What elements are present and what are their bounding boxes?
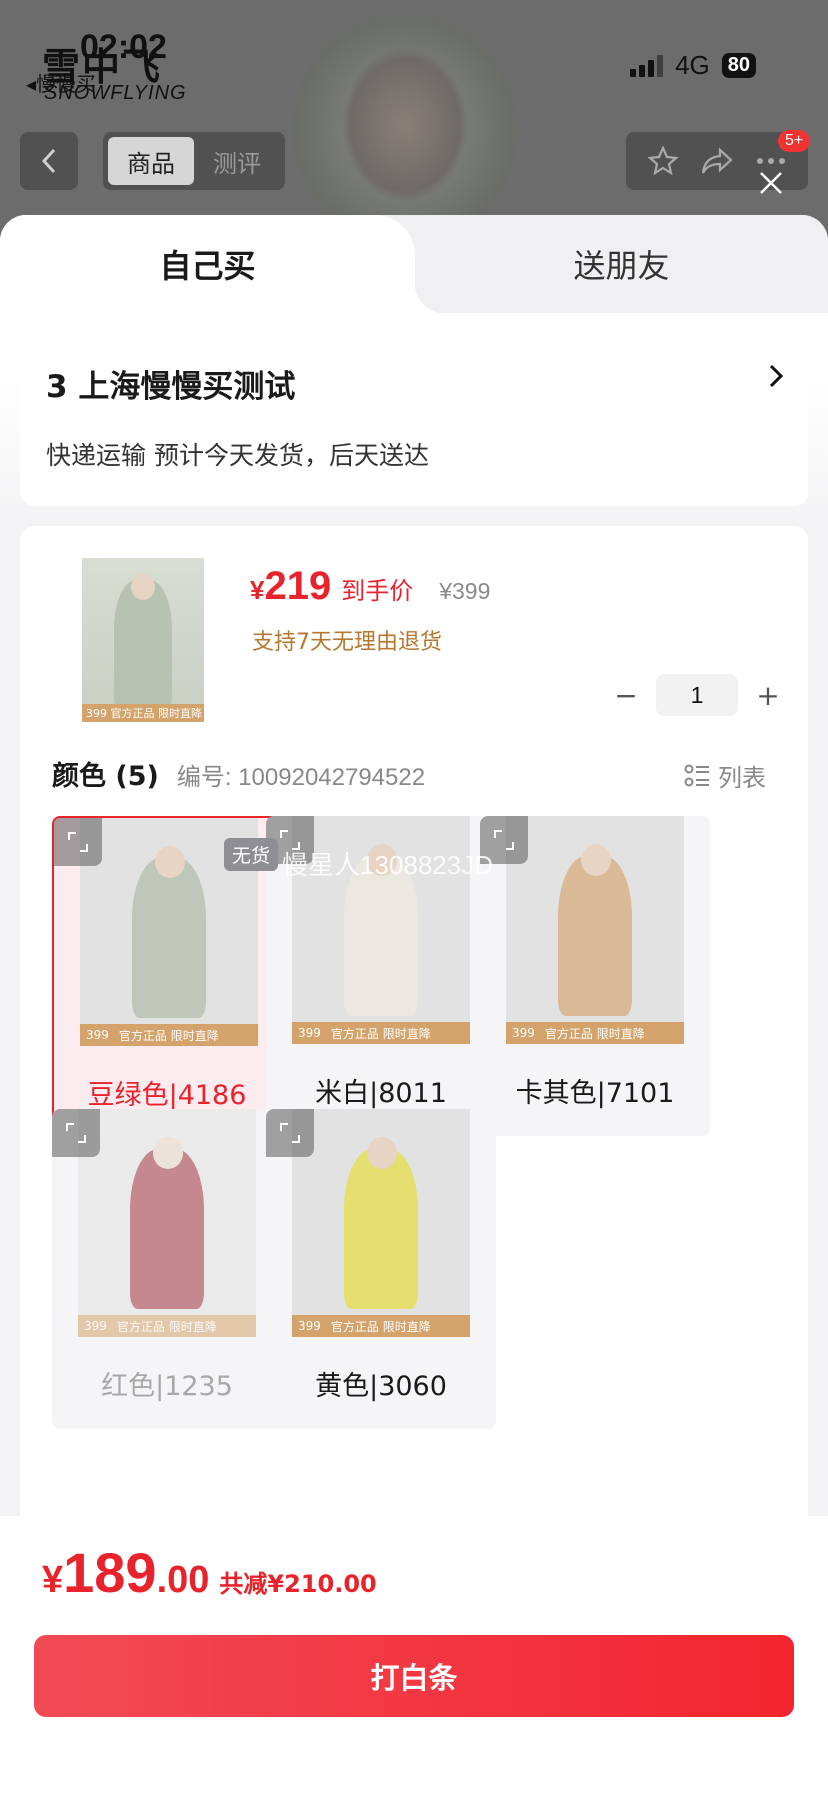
star-icon[interactable] [647,145,679,177]
price-value: 219 [264,564,332,608]
product-review-switch: 商品 测评 [103,132,285,190]
chevron-left-icon [41,148,56,174]
final-price-dec: .00 [156,1559,210,1601]
color-option[interactable]: 399 官方正品 限时直降卡其色|7101 [480,816,710,1136]
chevron-right-icon [769,364,784,388]
color-option-label: 卡其色|7101 [515,1077,675,1109]
product-card: 399 官方正品 限时直降 ¥219 到手价 ¥399 支持7天无理由退货 − … [20,526,808,1586]
signal-icon [630,54,664,77]
qty-plus-button[interactable]: + [752,675,784,715]
message-badge: 5+ [778,130,811,152]
tab-product[interactable]: 商品 [108,137,194,185]
color-option-label: 红色|1235 [101,1370,233,1402]
expand-icon[interactable] [52,1109,100,1157]
thumbnail-price-strip: 399 官方正品 限时直降 [82,704,204,722]
address-section: 3 上海慢慢买测试 快递运输 预计今天发货，后天送达 [0,313,828,526]
product-code: 编号: 10092042794522 [176,764,426,791]
color-option-label: 黄色|3060 [315,1370,447,1402]
price-currency: ¥ [250,575,265,605]
address-title: 3 上海慢慢买测试 [46,369,296,405]
battery-icon: 80 [721,53,756,78]
background-product-page: 雪中飞 SNOWFLYING 02:02 ◂慢慢买 4G 80 商品 测评 5+ [0,0,828,240]
status-back-label: 慢慢买 [36,72,97,96]
color-option-price-strip: 399 官方正品 限时直降 [292,1315,470,1337]
expand-icon[interactable] [266,1109,314,1157]
qty-value[interactable]: 1 [656,674,738,716]
list-icon [684,764,709,786]
address-card[interactable]: 3 上海慢慢买测试 快递运输 预计今天发货，后天送达 [20,313,808,506]
list-view-button[interactable]: 列表 [684,758,766,793]
return-policy: 支持7天无理由退货 [252,630,442,655]
checkout-bar: ¥ 189 .00 共减¥210.00 打白条 [0,1516,828,1801]
quantity-stepper: − 1 + [610,674,784,716]
product-thumbnail[interactable]: 399 官方正品 限时直降 [82,558,204,722]
more-icon[interactable] [755,156,787,166]
pay-baitiao-button[interactable]: 打白条 [34,1635,794,1717]
price-row: ¥219 到手价 ¥399 [250,564,490,609]
original-price: ¥399 [439,578,491,604]
color-option-price-strip: 399 官方正品 限时直降 [506,1022,684,1044]
watermark-text: 慢星人1308823JD [282,850,493,880]
shipping-estimate: 快递运输 预计今天发货，后天送达 [46,441,429,470]
color-option[interactable]: 399 官方正品 限时直降黄色|3060 [266,1109,496,1429]
network-type: 4G [675,50,710,80]
list-label: 列表 [718,764,766,792]
color-option-price-strip: 399 官方正品 限时直降 [292,1022,470,1044]
color-option-price-strip: 399 官方正品 限时直降 [80,1024,258,1046]
color-option[interactable]: 399 官方正品 限时直降红色|1235 [52,1109,282,1429]
tab-buy-for-self[interactable]: 自己买 [0,215,445,313]
total-saving: 共减¥210.00 [219,1570,377,1598]
tab-send-to-friend[interactable]: 送朋友 [415,215,828,313]
final-currency: ¥ [42,1559,64,1601]
model-photo [255,0,545,240]
back-button[interactable] [20,132,78,190]
status-back-app[interactable]: ◂慢慢买 [26,68,96,97]
out-of-stock-badge: 无货 [224,838,279,871]
qty-minus-button[interactable]: − [610,675,642,715]
expand-icon[interactable] [54,818,102,866]
final-price: ¥ 189 .00 共减¥210.00 [42,1540,377,1605]
purchase-tabs: 自己买 送朋友 [0,215,828,313]
status-indicators: 4G 80 [630,50,756,81]
color-header: 颜色 (5) 编号: 10092042794522 [52,754,425,793]
share-icon[interactable] [700,146,734,176]
final-price-int: 189 [63,1541,157,1604]
close-icon[interactable] [756,168,786,198]
color-option-price-strip: 399 官方正品 限时直降 [78,1315,256,1337]
price-label: 到手价 [341,577,414,605]
status-time: 02:02 [80,28,167,66]
color-option-image: 399 官方正品 限时直降 [78,1109,256,1337]
color-title: 颜色 (5) [52,761,159,792]
color-option-image: 399 官方正品 限时直降 [292,1109,470,1337]
color-option-image: 399 官方正品 限时直降 [506,816,684,1044]
tab-review[interactable]: 测评 [194,137,280,185]
